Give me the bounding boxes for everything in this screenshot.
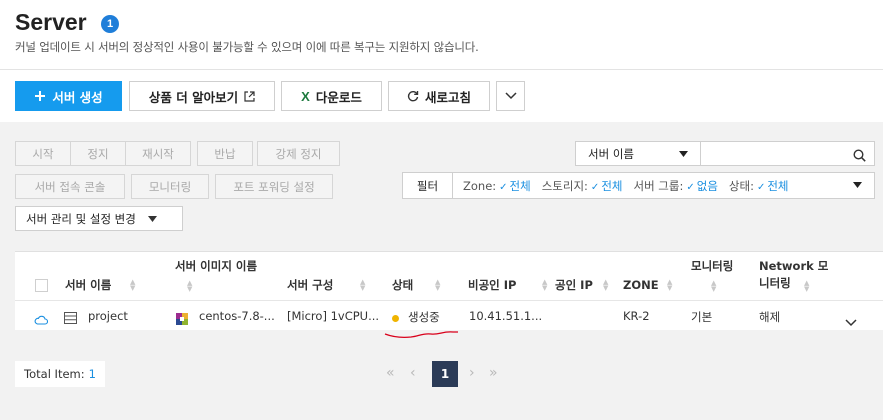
page-title: Server [15, 9, 87, 35]
more-options-button[interactable] [496, 81, 525, 111]
create-server-button[interactable]: 서버 생성 [15, 81, 122, 111]
filter-server-group-name: 서버 그룹: [633, 178, 684, 193]
console-button[interactable]: 서버 접속 콘솔 [15, 174, 125, 199]
sort-icon[interactable]: ▲ ▼ [804, 280, 809, 293]
centos-icon [176, 310, 188, 329]
col-status[interactable]: 상태 [392, 277, 413, 293]
server-icon [64, 309, 77, 328]
col-image[interactable]: 서버 이미지 이름 [175, 258, 257, 274]
return-button[interactable]: 반납 [197, 141, 253, 166]
manage-settings-dropdown[interactable]: 서버 관리 및 설정 변경 [15, 206, 183, 231]
chevron-down-icon [504, 92, 517, 100]
filter-status[interactable]: 상태: ✓ 전체 [729, 178, 789, 194]
filter-server-group[interactable]: 서버 그룹: ✓ 없음 [633, 178, 717, 194]
private-ip: 10.41.51.1... [469, 309, 543, 323]
stop-button[interactable]: 정지 [70, 141, 126, 166]
col-monitoring[interactable]: 모니터링 [691, 258, 733, 274]
caret-down-icon [147, 215, 157, 222]
sort-icon[interactable]: ▲ ▼ [711, 280, 716, 293]
filter-storage-value: 전체 [601, 178, 623, 193]
excel-icon: X [301, 88, 310, 104]
filter-storage[interactable]: 스토리지: ✓ 전체 [542, 178, 623, 194]
total-items: Total Item: 1 [15, 361, 105, 387]
filter-storage-name: 스토리지: [541, 178, 588, 193]
col-network-line1[interactable]: Network 모 [759, 258, 828, 274]
select-all-checkbox[interactable] [35, 279, 48, 292]
next-page-icon[interactable]: › [469, 365, 475, 381]
filter-zone-value: 전체 [509, 178, 531, 193]
server-table: 서버 이름 ▲ ▼ 서버 이미지 이름 ▲ ▼ 서버 구성 ▲ ▼ 상태 ▲ ▼ 비공인… [15, 251, 883, 339]
server-name[interactable]: project [88, 309, 128, 323]
external-link-icon [244, 90, 255, 102]
page-subtitle: 커널 업데이트 시 서버의 정상적인 사용이 불가능할 수 있으며 이에 따른 … [15, 40, 479, 54]
search-field-select[interactable]: 서버 이름 [575, 141, 701, 166]
total-label: Total Item: [24, 367, 85, 381]
download-label: 다운로드 [315, 89, 362, 105]
first-page-icon[interactable]: « [386, 365, 395, 381]
refresh-button[interactable]: 새로고침 [388, 81, 490, 111]
restart-button[interactable]: 재시작 [125, 141, 191, 166]
port-forwarding-button[interactable]: 포트 포워딩 설정 [215, 174, 333, 199]
col-spec[interactable]: 서버 구성 [287, 277, 333, 293]
col-network-line2[interactable]: 니터링 [759, 275, 791, 291]
filter-items: Zone: ✓ 전체 스토리지: ✓ 전체 서버 그룹: ✓ 없음 상태: ✓ 전체 [453, 178, 789, 194]
server-status: 생성중 [408, 310, 440, 324]
create-server-label: 서버 생성 [52, 89, 103, 105]
sort-icon[interactable]: ▲ ▼ [435, 279, 440, 292]
caret-down-icon[interactable] [853, 182, 862, 188]
filter-bar[interactable]: 필터 Zone: ✓ 전체 스토리지: ✓ 전체 서버 그룹: ✓ 없음 상태: ✓ 전체 [402, 172, 875, 199]
manage-settings-label: 서버 관리 및 설정 변경 [26, 211, 136, 226]
col-public-ip[interactable]: 공인 IP [555, 277, 593, 293]
monitoring-type: 기본 [691, 310, 713, 324]
col-private-ip[interactable]: 비공인 IP [468, 277, 516, 293]
total-count: 1 [88, 367, 96, 381]
col-zone[interactable]: ZONE [623, 277, 659, 293]
filter-label: 필터 [403, 173, 453, 198]
check-icon: ✓ [590, 181, 600, 193]
refresh-label: 새로고침 [424, 89, 471, 105]
force-stop-button[interactable]: 강제 정지 [257, 141, 340, 166]
refresh-icon [407, 90, 419, 102]
monitoring-button[interactable]: 모니터링 [131, 174, 209, 199]
help-badge[interactable]: 1 [101, 15, 119, 33]
toolbar: 서버 생성 상품 더 알아보기 X 다운로드 새로고침 [0, 70, 883, 122]
sort-icon[interactable]: ▲ ▼ [187, 280, 192, 293]
server-spec: [Micro] 1vCPU... [287, 309, 380, 323]
sort-icon[interactable]: ▲ ▼ [667, 279, 672, 292]
sort-icon[interactable]: ▲ ▼ [603, 279, 608, 292]
expand-row-icon[interactable] [845, 312, 857, 331]
network-monitoring: 해제 [759, 310, 781, 324]
col-name[interactable]: 서버 이름 [65, 277, 111, 293]
filter-status-name: 상태: [728, 178, 754, 193]
last-page-icon[interactable]: » [489, 365, 498, 381]
filter-zone[interactable]: Zone: ✓ 전체 [463, 178, 531, 194]
check-icon: ✓ [499, 181, 508, 193]
filter-status-value: 전체 [767, 178, 789, 193]
plus-icon [34, 90, 46, 102]
table-row[interactable]: project centos-7.8-... [Micro] 1vCPU... … [15, 300, 883, 339]
learn-more-label: 상품 더 알아보기 [148, 89, 239, 105]
filter-server-group-value: 없음 [696, 178, 718, 193]
search-icon[interactable] [853, 147, 866, 166]
download-button[interactable]: X 다운로드 [281, 81, 382, 111]
start-button[interactable]: 시작 [15, 141, 71, 166]
status-dot [392, 315, 399, 322]
server-image: centos-7.8-... [199, 309, 275, 323]
sort-icon[interactable]: ▲ ▼ [542, 279, 547, 292]
learn-more-button[interactable]: 상품 더 알아보기 [129, 81, 275, 111]
check-icon: ✓ [756, 181, 766, 193]
annotation-underline [384, 331, 458, 339]
cloud-icon [34, 310, 49, 329]
search-field-label: 서버 이름 [588, 146, 634, 161]
zone: KR-2 [623, 309, 650, 323]
prev-page-icon[interactable]: ‹ [410, 365, 416, 381]
caret-down-icon [679, 150, 688, 157]
search-input[interactable] [700, 141, 875, 166]
page-current[interactable]: 1 [432, 361, 458, 387]
sort-icon[interactable]: ▲ ▼ [360, 279, 365, 292]
check-icon: ✓ [686, 181, 695, 193]
page-header: Server 1 커널 업데이트 시 서버의 정상적인 사용이 불가능할 수 있… [0, 0, 883, 70]
filter-zone-name: Zone: [463, 178, 497, 193]
sort-icon[interactable]: ▲ ▼ [130, 279, 135, 292]
